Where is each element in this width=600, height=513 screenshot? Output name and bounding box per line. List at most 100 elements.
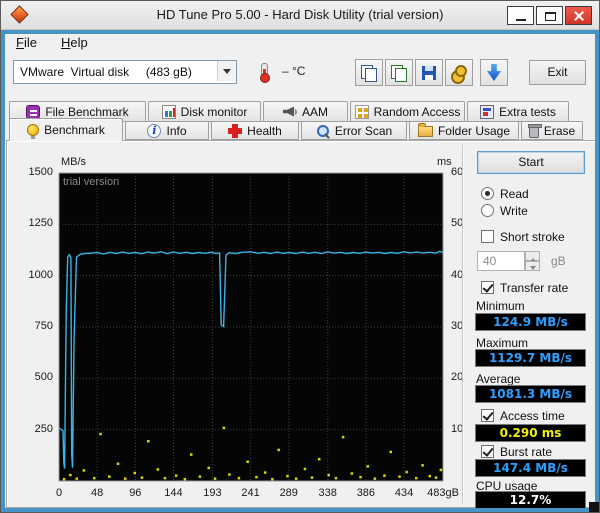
- trial-watermark: trial version: [63, 176, 120, 188]
- y-left-tick: 1500: [28, 166, 53, 178]
- transfer-rate-label: Transfer rate: [500, 281, 569, 295]
- x-tick: 483gB: [427, 487, 459, 499]
- x-tick: 144: [164, 487, 183, 499]
- x-tick: 434: [394, 487, 414, 499]
- access-time-value: 0.290 ms: [475, 424, 586, 442]
- access-time-label: Access time: [500, 409, 565, 423]
- file-benchmark-icon: [26, 104, 41, 119]
- y-left-tick: 750: [34, 320, 53, 332]
- benchmark-icon: [27, 124, 40, 139]
- x-tick: 338: [318, 487, 337, 499]
- x-tick: 193: [203, 487, 222, 499]
- cpu-usage-value: 12.7%: [475, 491, 586, 509]
- tab-row-2: Benchmark Info Health Error Scan Folder …: [9, 118, 583, 141]
- benchmark-tab-content: MB/s ms trial version 1500 1250 1000 750 500…: [6, 140, 596, 509]
- short-stroke-checkbox[interactable]: [481, 230, 494, 243]
- access-time-checkbox[interactable]: [481, 409, 494, 422]
- transfer-rate-checkbox[interactable]: [481, 281, 494, 294]
- close-button[interactable]: [565, 6, 592, 25]
- start-button[interactable]: Start: [477, 151, 585, 174]
- exit-button[interactable]: Exit: [529, 60, 586, 85]
- copy-text-icon: [391, 64, 407, 82]
- spinner-up-icon[interactable]: [525, 251, 540, 262]
- random-access-icon: [354, 104, 369, 119]
- health-cross-icon: [228, 123, 243, 138]
- toolbar: VMware Virtual disk (483 gB) – °C Exit: [1, 55, 599, 93]
- save-button[interactable]: [415, 59, 443, 86]
- copy-text-button[interactable]: [385, 59, 413, 86]
- minimize-button[interactable]: [507, 6, 534, 25]
- benchmark-plot: [58, 172, 444, 482]
- panel-divider: [462, 145, 464, 503]
- maximum-label: Maximum: [476, 336, 529, 350]
- info-icon: [147, 123, 162, 138]
- y-left-tick: 1000: [28, 268, 53, 281]
- tab-benchmark[interactable]: Benchmark: [9, 118, 123, 141]
- down-arrow-icon: [487, 64, 501, 81]
- minimum-label: Minimum: [476, 299, 525, 313]
- tab-erase[interactable]: Erase: [521, 121, 583, 140]
- copy-image-icon: [361, 64, 377, 82]
- trash-icon: [527, 123, 542, 138]
- y-left-axis-unit: MB/s: [61, 156, 87, 168]
- write-radio[interactable]: [481, 204, 494, 217]
- x-tick: 386: [356, 487, 376, 499]
- x-tick: 48: [91, 487, 104, 499]
- tab-aam[interactable]: AAM: [263, 101, 348, 122]
- minimize-icon: [516, 19, 526, 21]
- title-bar[interactable]: HD Tune Pro 5.00 - Hard Disk Utility (tr…: [1, 1, 599, 30]
- tab-disk-monitor[interactable]: Disk monitor: [148, 101, 261, 122]
- x-tick: 0: [55, 487, 63, 499]
- disk-monitor-icon: [161, 104, 176, 119]
- dropdown-arrow-icon[interactable]: [217, 61, 236, 81]
- burst-rate-label: Burst rate: [500, 445, 553, 459]
- disk-select-dropdown[interactable]: VMware Virtual disk (483 gB): [13, 60, 237, 84]
- benchmark-controls-panel: Start Read Write Short stroke 40 gB Tran…: [465, 141, 595, 509]
- speaker-icon: [283, 105, 297, 119]
- app-window: HD Tune Pro 5.00 - Hard Disk Utility (tr…: [0, 0, 600, 513]
- save-icon: [422, 65, 436, 80]
- extra-tests-icon: [480, 104, 495, 119]
- y-left-tick: 1250: [28, 217, 53, 230]
- average-value: 1081.3 MB/s: [475, 385, 586, 403]
- write-radio-label: Write: [500, 204, 528, 218]
- tab-extra-tests[interactable]: Extra tests: [467, 101, 569, 122]
- maximize-button[interactable]: [536, 6, 563, 25]
- tab-folder-usage[interactable]: Folder Usage: [409, 121, 519, 140]
- magnifier-icon: [316, 124, 330, 138]
- x-tick: 241: [241, 487, 260, 499]
- y-right-axis-unit: ms: [437, 156, 452, 168]
- tab-health[interactable]: Health: [211, 121, 299, 140]
- folder-icon: [417, 123, 433, 137]
- read-radio-label: Read: [500, 187, 529, 201]
- capture-button[interactable]: [480, 59, 508, 86]
- tab-error-scan[interactable]: Error Scan: [301, 121, 407, 140]
- gb-unit-label: gB: [551, 254, 566, 268]
- y-left-tick: 250: [34, 422, 53, 435]
- resize-grip[interactable]: [589, 502, 599, 512]
- menu-bar: File Help: [7, 32, 97, 54]
- short-stroke-label: Short stroke: [500, 230, 565, 244]
- temperature-value: – °C: [282, 64, 306, 78]
- menu-help[interactable]: Help: [52, 32, 97, 54]
- tab-random-access[interactable]: Random Access: [350, 101, 465, 122]
- average-label: Average: [476, 372, 521, 386]
- thermometer-icon: [260, 63, 270, 83]
- short-stroke-size-input[interactable]: 40: [477, 251, 525, 271]
- spinner-down-icon[interactable]: [525, 261, 540, 271]
- burst-rate-checkbox[interactable]: [481, 445, 494, 458]
- settings-button[interactable]: [445, 59, 473, 86]
- copy-image-button[interactable]: [355, 59, 383, 86]
- menu-file[interactable]: File: [7, 32, 46, 54]
- gears-icon: [451, 64, 467, 84]
- maximum-value: 1129.7 MB/s: [475, 349, 586, 367]
- x-tick: 289: [279, 487, 298, 499]
- x-tick: 96: [129, 487, 142, 499]
- read-radio[interactable]: [481, 187, 494, 200]
- minimum-value: 124.9 MB/s: [475, 313, 586, 331]
- tab-info[interactable]: Info: [125, 121, 209, 140]
- maximize-icon: [545, 12, 556, 21]
- chart-region: MB/s ms trial version 1500 1250 1000 750 500…: [7, 141, 465, 509]
- burst-rate-value: 147.4 MB/s: [475, 459, 586, 477]
- y-left-tick: 500: [34, 371, 53, 384]
